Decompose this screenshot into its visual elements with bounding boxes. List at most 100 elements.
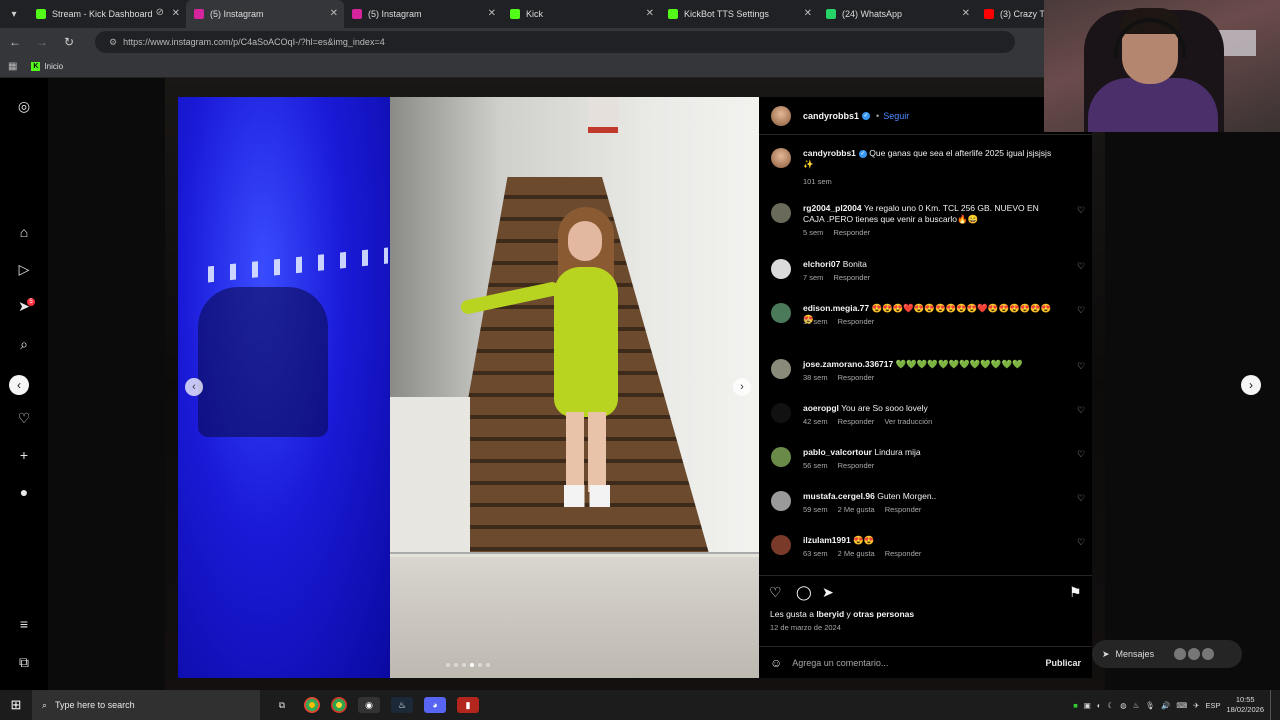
commenter-username[interactable]: edison.megia.77 — [803, 303, 869, 313]
more-menu-icon[interactable]: ≡ — [14, 614, 34, 634]
caption-avatar[interactable] — [771, 148, 791, 168]
also-from-meta-icon[interactable]: ⧉ — [14, 652, 34, 672]
like-heart-icon[interactable]: ♡ — [769, 584, 782, 601]
keyboard-icon[interactable]: ⌨ — [1176, 701, 1187, 710]
comment-like-heart-icon[interactable]: ♡ — [1077, 205, 1085, 216]
comment-like-heart-icon[interactable]: ♡ — [1077, 449, 1085, 460]
taskbar-clock[interactable]: 10:55 18/02/2026 — [1226, 695, 1264, 715]
tab-close-icon[interactable]: ✕ — [488, 8, 496, 19]
tray-app-icon[interactable]: ■ — [1073, 701, 1078, 710]
discord-icon[interactable]: ◕ — [424, 697, 446, 713]
chrome-profile-icon[interactable] — [331, 697, 347, 713]
caption-username[interactable]: candyrobbs1 — [803, 148, 856, 158]
language-indicator[interactable]: ESP — [1205, 701, 1220, 710]
comment-like-heart-icon[interactable]: ♡ — [1077, 361, 1085, 372]
bookmark-inicio[interactable]: K Inicio — [31, 62, 63, 71]
translate-link[interactable]: Ver traducción — [884, 417, 932, 426]
share-send-icon[interactable]: ➤ — [822, 584, 834, 601]
tray-app-icon[interactable]: ◍ — [1120, 701, 1127, 710]
reply-button[interactable]: Responder — [833, 228, 870, 237]
likes-summary[interactable]: Les gusta a lberyid y otras personas — [770, 609, 914, 619]
commenter-username[interactable]: pablo_valcortour — [803, 447, 872, 457]
author-username[interactable]: candyrobbs1 — [803, 111, 859, 121]
tab-mute-icon[interactable]: ⊘ — [156, 7, 164, 18]
commenter-username[interactable]: aoeropgl — [803, 403, 839, 413]
emoji-icon[interactable]: ☺ — [770, 656, 782, 670]
show-desktop[interactable] — [1270, 690, 1274, 720]
reels-icon[interactable]: ▷ — [14, 259, 34, 279]
back-icon[interactable]: ← — [3, 35, 27, 49]
instagram-logo-icon[interactable]: ◎ — [14, 96, 34, 116]
tab-close-icon[interactable]: ✕ — [172, 8, 180, 19]
speaker-icon[interactable]: 🔊 — [1161, 701, 1170, 710]
commenter-avatar[interactable] — [771, 259, 791, 279]
url-field[interactable]: ⚙ https://www.instagram.com/p/C4aSoACOqI… — [95, 31, 1015, 53]
commenter-username[interactable]: rg2004_pl2004 — [803, 203, 862, 213]
commenter-avatar[interactable] — [771, 535, 791, 555]
tab-close-icon[interactable]: ✕ — [646, 8, 654, 19]
home-icon[interactable]: ⌂ — [14, 222, 34, 242]
browser-tab[interactable]: (5) Instagram ✕ — [186, 0, 344, 28]
reply-button[interactable]: Responder — [838, 317, 875, 326]
tray-app-icon[interactable]: ◐ — [1097, 701, 1102, 710]
tray-app-icon[interactable]: ♨ — [1133, 701, 1140, 710]
tray-app-icon[interactable]: ▣ — [1084, 701, 1091, 710]
next-post-button[interactable]: › — [1241, 375, 1261, 395]
steam-icon[interactable]: ♨ — [391, 697, 413, 713]
author-avatar[interactable] — [771, 105, 791, 126]
reply-button[interactable]: Responder — [838, 373, 875, 382]
comment-likes[interactable]: 2 Me gusta — [838, 549, 875, 558]
commenter-avatar[interactable] — [771, 303, 791, 323]
carousel-next-icon[interactable]: › — [733, 378, 751, 396]
commenter-username[interactable]: ilzulam1991 — [803, 535, 851, 545]
search-icon[interactable]: ⌕ — [14, 334, 34, 354]
commenter-avatar[interactable] — [771, 491, 791, 511]
obs-icon[interactable]: ◉ — [358, 697, 380, 713]
reply-button[interactable]: Responder — [885, 505, 922, 514]
task-view-icon[interactable]: ⧉ — [271, 697, 293, 713]
commenter-username[interactable]: mustafa.cergel.96 — [803, 491, 875, 501]
commenter-avatar[interactable] — [771, 359, 791, 379]
site-info-icon[interactable]: ⚙ — [109, 37, 117, 48]
carousel-prev-icon[interactable]: ‹ — [185, 378, 203, 396]
taskbar-search[interactable]: ⌕ Type here to search — [32, 690, 260, 720]
comment-like-heart-icon[interactable]: ♡ — [1077, 537, 1085, 548]
previous-post-button[interactable]: ‹ — [9, 375, 29, 395]
tray-app-icon[interactable]: ☾ — [1107, 701, 1114, 710]
reply-button[interactable]: Responder — [885, 549, 922, 558]
app-icon[interactable]: ▮ — [457, 697, 479, 713]
forward-icon[interactable]: → — [30, 35, 54, 49]
comment-like-heart-icon[interactable]: ♡ — [1077, 405, 1085, 416]
chrome-icon[interactable] — [304, 697, 320, 713]
post-media-carousel[interactable]: ‹ › — [178, 97, 759, 678]
browser-tab[interactable]: (5) Instagram ✕ — [344, 0, 502, 28]
likes-others[interactable]: otras personas — [853, 609, 914, 619]
create-icon[interactable]: + — [14, 445, 34, 465]
save-bookmark-icon[interactable]: ⚑ — [1069, 584, 1082, 601]
tab-close-icon[interactable]: ✕ — [804, 8, 812, 19]
follow-button[interactable]: Seguir — [883, 111, 909, 121]
comment-like-heart-icon[interactable]: ♡ — [1077, 493, 1085, 504]
comment-bubble-icon[interactable]: ◯ — [796, 584, 812, 601]
commenter-avatar[interactable] — [771, 447, 791, 467]
commenter-avatar[interactable] — [771, 403, 791, 423]
microphone-icon[interactable]: 🎙 — [1145, 701, 1155, 710]
browser-tab[interactable]: Kick ✕ — [502, 0, 660, 28]
comment-likes[interactable]: 2 Me gusta — [838, 505, 875, 514]
comments-list[interactable]: candyrobbs1 ✓ Que ganas que sea el afterl… — [759, 143, 1092, 573]
reload-icon[interactable]: ↻ — [57, 35, 81, 49]
reply-button[interactable]: Responder — [833, 273, 870, 282]
commenter-avatar[interactable] — [771, 203, 791, 223]
commenter-username[interactable]: elchori07 — [803, 259, 840, 269]
tab-search-icon[interactable]: ▾ — [0, 0, 28, 28]
reply-button[interactable]: Responder — [838, 417, 875, 426]
tab-close-icon[interactable]: ✕ — [330, 8, 338, 19]
comment-like-heart-icon[interactable]: ♡ — [1077, 261, 1085, 272]
tab-close-icon[interactable]: ✕ — [962, 8, 970, 19]
profile-icon[interactable]: ● — [14, 482, 34, 502]
windows-start-icon[interactable]: ⊞ — [0, 697, 32, 713]
reply-button[interactable]: Responder — [838, 461, 875, 470]
notifications-heart-icon[interactable]: ♡ — [14, 408, 34, 428]
commenter-username[interactable]: jose.zamorano.336717 — [803, 359, 893, 369]
likes-user[interactable]: lberyid — [816, 609, 844, 619]
